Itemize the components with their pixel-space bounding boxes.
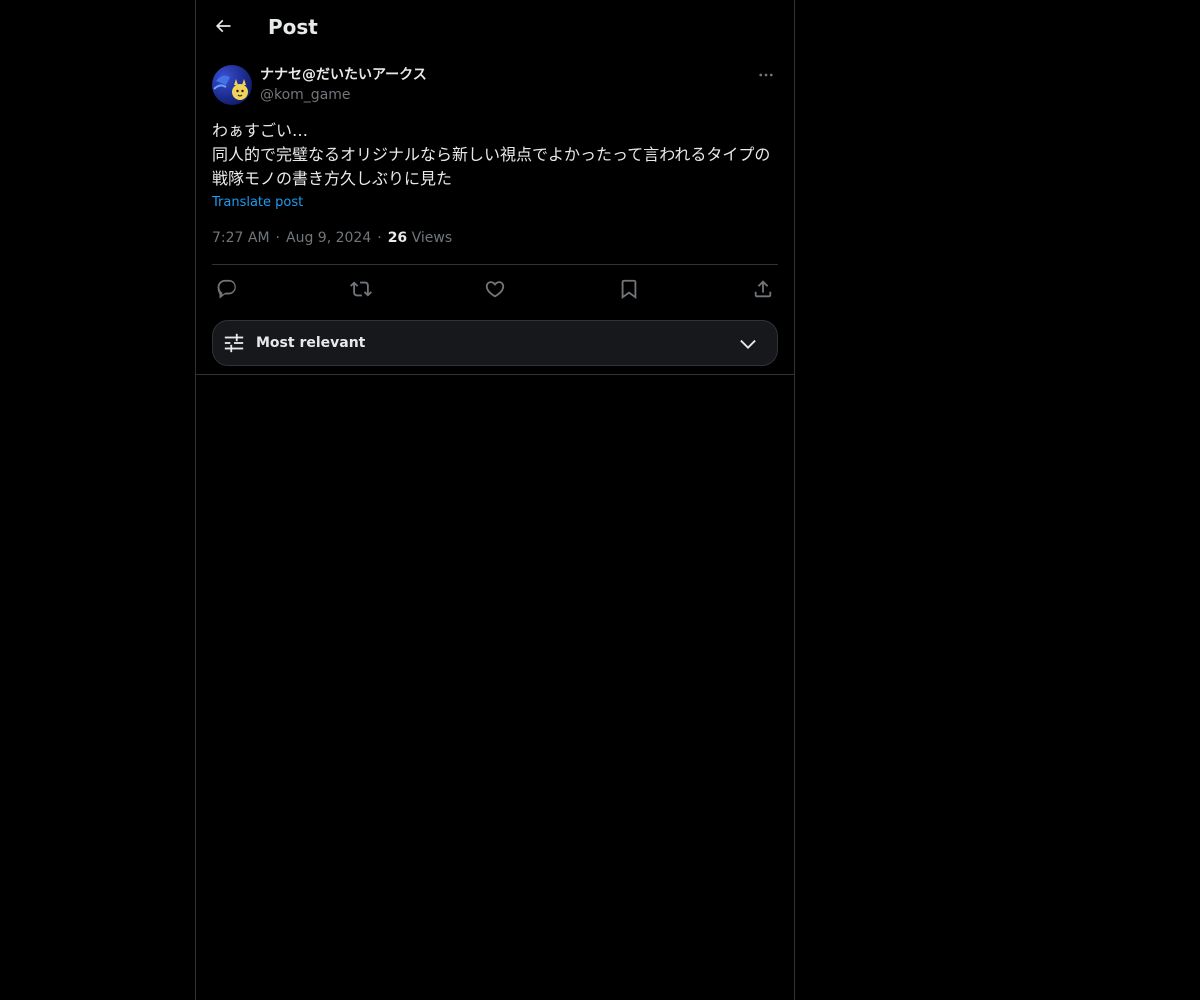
share-icon: [754, 280, 772, 298]
avatar[interactable]: [212, 65, 252, 105]
page-title: Post: [268, 15, 318, 39]
views-count: 26: [387, 230, 408, 246]
repost-icon: [350, 281, 372, 297]
back-button[interactable]: [206, 9, 240, 43]
post-date[interactable]: Aug 9, 2024: [286, 230, 371, 246]
sort-label: Most relevant: [256, 335, 366, 351]
post-header: Post: [196, 0, 794, 54]
like-button[interactable]: [480, 275, 510, 303]
heart-icon: [485, 281, 505, 298]
more-horizontal-icon: [759, 73, 773, 77]
share-button[interactable]: [748, 275, 778, 303]
author-handle[interactable]: @kom_game: [260, 85, 351, 105]
chevron-down-icon: [740, 339, 756, 349]
translate-post-link[interactable]: Translate post: [212, 193, 303, 213]
reply-icon: [217, 279, 236, 299]
more-options-button[interactable]: [754, 64, 778, 86]
bookmark-icon: [621, 279, 637, 300]
views-label: Views: [411, 230, 453, 246]
avatar-image: [213, 75, 248, 100]
bookmark-button[interactable]: [614, 275, 644, 303]
post-text: わぁすごい… 同人的で完璧なるオリジナルなら新しい視点でよかったって言われるタイ…: [212, 121, 771, 188]
post-time[interactable]: 7:27 AM: [212, 230, 270, 246]
sliders-icon: [224, 333, 244, 353]
arrow-left-icon: [215, 19, 231, 33]
action-bar: [212, 275, 778, 303]
repost-button[interactable]: [346, 275, 376, 303]
author-name[interactable]: ナナセ@だいたいアークス: [260, 65, 427, 85]
post-meta: 7:27 AM · Aug 9, 2024 · 26 Views: [212, 228, 452, 248]
main-column: Post ナナセ@だいたいアークス @kom_game わぁすごい… 同人的で完…: [195, 0, 795, 1000]
separator-dot: ·: [275, 230, 280, 246]
divider: [212, 264, 778, 265]
reply-sort-dropdown[interactable]: Most relevant: [212, 320, 778, 366]
divider: [196, 374, 794, 375]
reply-button[interactable]: [212, 275, 242, 303]
separator-dot: ·: [377, 230, 382, 246]
